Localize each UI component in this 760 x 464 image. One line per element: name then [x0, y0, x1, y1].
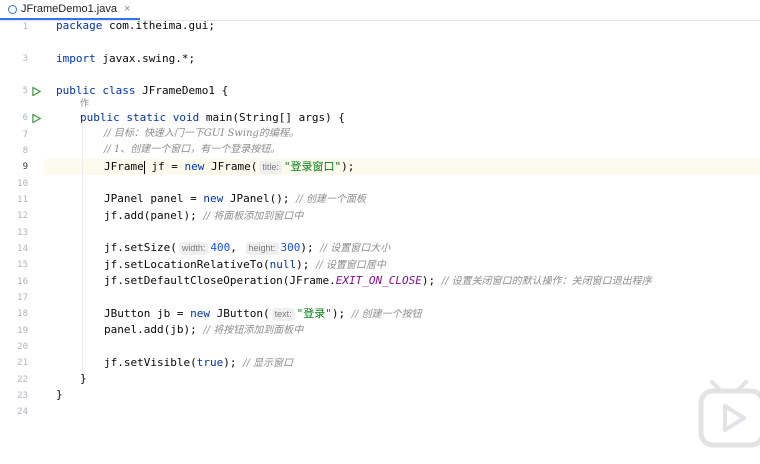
keyword: true	[196, 356, 224, 369]
line-number: 16	[17, 277, 28, 287]
keyword: void	[166, 111, 200, 124]
keyword: static	[119, 111, 167, 124]
keyword: new	[203, 192, 224, 205]
line-number: 8	[22, 146, 28, 156]
code-text: );	[296, 258, 316, 271]
code-line-14: jf.setSize(width: 400, height: 300); // 设置…	[104, 240, 390, 256]
keyword: null	[269, 258, 297, 271]
keyword: new	[190, 307, 210, 320]
code-text: JFrame(	[204, 160, 258, 173]
code-text: JButton(	[209, 307, 270, 320]
code-line-23: }	[56, 388, 63, 401]
code-text: JPanel();	[223, 192, 297, 205]
line-number: 14	[17, 244, 28, 254]
code-text: );	[341, 160, 355, 173]
comment: // 设置窗口居中	[315, 260, 386, 271]
code-line-7-comment: // 目标：快速入门一下GUI Swing的编程。	[104, 128, 299, 139]
string-literal: "登录"	[296, 307, 332, 320]
code-text: );	[421, 274, 442, 287]
code-text: javax.swing.*;	[95, 52, 196, 65]
string-literal: "登录窗口"	[283, 160, 342, 173]
code-text: );	[331, 307, 352, 320]
code-text: ,	[230, 241, 244, 254]
keyword: class	[95, 84, 136, 97]
param-hint: text:	[271, 308, 295, 321]
code-line-9: JFrame jf = new JFrame(title: "登录窗口");	[104, 159, 354, 175]
code-line-18: JButton jb = new JButton(text: "登录"); // …	[104, 306, 422, 322]
code-text: JFrame	[104, 160, 144, 173]
line-number: 19	[17, 326, 28, 336]
param-hint: title:	[259, 161, 282, 174]
comment: // 设置窗口大小	[320, 243, 391, 254]
keyword: import	[56, 52, 96, 65]
line-number: 21	[17, 358, 28, 368]
code-line-5: public class JFrameDemo1 {	[56, 83, 228, 99]
line-number: 7	[22, 130, 28, 140]
line-number: 24	[17, 407, 28, 417]
code-line-16: jf.setDefaultCloseOperation(JFrame.EXIT_…	[104, 273, 652, 289]
comment: // 显示窗口	[243, 358, 294, 369]
code-text: JButton jb =	[104, 307, 191, 320]
code-text: jf.setLocationRelativeTo(	[104, 258, 270, 271]
code-line-15: jf.setLocationRelativeTo(null); // 设置窗口居…	[104, 257, 386, 273]
code-text: );	[300, 241, 321, 254]
code-editor[interactable]: package com.itheima.gui; import javax.sw…	[56, 0, 760, 464]
code-text: JPanel panel =	[104, 192, 204, 205]
code-text: jf.setDefaultCloseOperation(JFrame.	[104, 274, 336, 287]
line-number: 6	[22, 113, 28, 123]
code-line-22: }	[80, 372, 87, 385]
author-lens-icon[interactable]: 作	[80, 98, 89, 110]
code-text: main(String[] args) {	[199, 111, 345, 124]
line-number: 23	[17, 391, 28, 401]
line-number: 12	[17, 211, 28, 221]
code-line-12: jf.add(panel); // 将面板添加到窗口中	[104, 208, 303, 224]
code-text: jf.setVisible(	[104, 356, 197, 369]
java-class-icon	[8, 4, 17, 14]
code-text: jf.setSize(	[104, 241, 177, 254]
keyword: public	[56, 84, 96, 97]
param-hint: height:	[245, 242, 279, 255]
line-number: 18	[17, 309, 28, 319]
line-number: 13	[17, 228, 28, 238]
number-literal: 400	[210, 241, 231, 254]
code-line-8-comment: // 1、创建一个窗口，有一个登录按钮。	[104, 144, 281, 155]
param-hint: width:	[178, 242, 209, 255]
line-number-gutter: 1 3 5 6 7 8 9 10 11 12 13 14 15 16 17 18…	[0, 21, 44, 464]
line-number: 10	[17, 179, 28, 189]
comment: // 将面板添加到窗口中	[203, 211, 304, 222]
run-main-icon[interactable]	[32, 114, 41, 123]
static-constant: EXIT_ON_CLOSE	[335, 274, 422, 287]
bilibili-play-icon[interactable]	[698, 378, 760, 448]
line-number: 5	[22, 86, 28, 96]
line-number: 1	[22, 22, 28, 32]
code-text: jf =	[144, 160, 185, 173]
line-number: 17	[17, 293, 28, 303]
code-line-6: public static void main(String[] args) {	[80, 110, 345, 126]
line-number-current: 9	[22, 162, 28, 172]
code-text: );	[223, 356, 244, 369]
line-number: 11	[17, 195, 28, 205]
number-literal: 300	[280, 241, 301, 254]
comment: // 设置关闭窗口的默认操作：关闭窗口退出程序	[441, 276, 652, 287]
code-text: panel.add(jb);	[104, 323, 204, 336]
run-class-icon[interactable]	[32, 87, 41, 96]
code-line-11: JPanel panel = new JPanel(); // 创建一个面板	[104, 191, 366, 207]
comment: // 将按钮添加到面板中	[203, 325, 304, 336]
keyword: public	[80, 111, 120, 124]
line-number: 3	[22, 54, 28, 64]
code-text: com.itheima.gui;	[102, 19, 215, 32]
line-number: 20	[17, 342, 28, 352]
comment: // 创建一个面板	[296, 194, 366, 205]
code-line-19: panel.add(jb); // 将按钮添加到面板中	[104, 322, 303, 338]
code-line-3: import javax.swing.*;	[56, 51, 195, 67]
code-line-1: package com.itheima.gui;	[56, 18, 215, 34]
line-number: 22	[17, 375, 28, 385]
code-text: jf.add(panel);	[104, 209, 204, 222]
line-number: 15	[17, 260, 28, 270]
keyword: package	[56, 19, 103, 32]
keyword: new	[184, 160, 205, 173]
comment: // 创建一个按钮	[351, 309, 422, 320]
code-text: JFrameDemo1 {	[135, 84, 229, 97]
code-line-21: jf.setVisible(true); // 显示窗口	[104, 355, 293, 371]
